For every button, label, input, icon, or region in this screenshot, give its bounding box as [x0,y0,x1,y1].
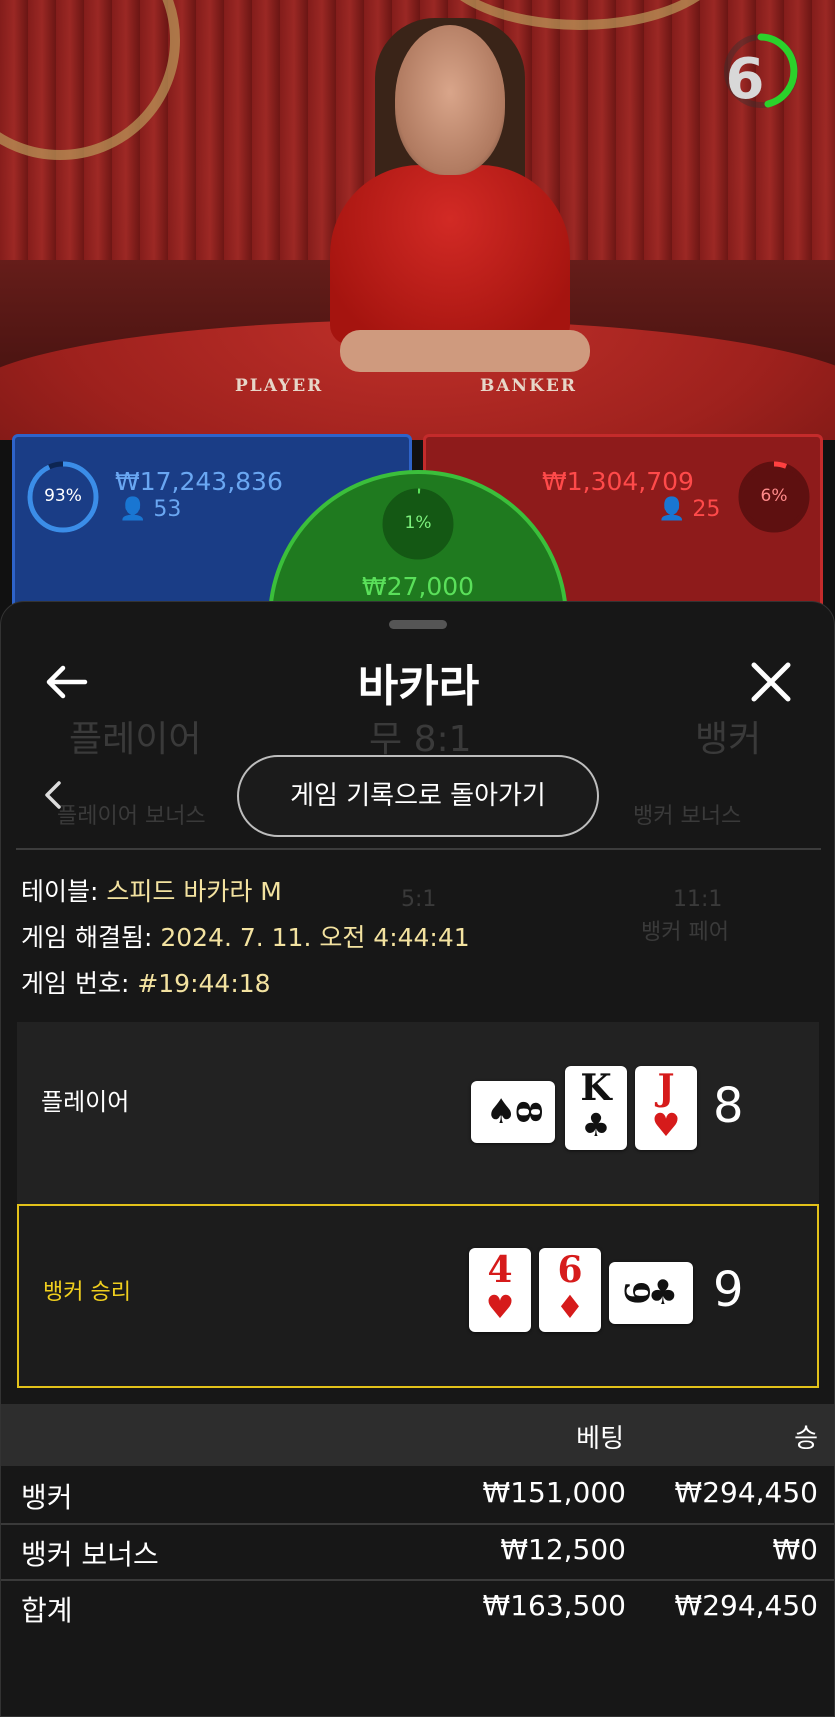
table-row: 뱅커 ₩151,000 ₩294,450 [1,1466,834,1522]
game-number-value: #19:44:18 [137,969,271,998]
divider [16,848,821,850]
ghost-b-pair: 뱅커 페어 [641,920,729,945]
banker-total-amount: ₩1,304,709 [542,467,694,496]
banker-score: 9 [713,1262,744,1318]
card-rank: 6 [557,1249,583,1291]
dealer-arm [340,330,590,372]
banker-bettor-number: 25 [692,497,721,522]
ghost-b-pair-ratio: 11:1 [673,887,723,912]
card-rank: 9 [615,1281,656,1305]
resolved-info: 게임 해결됨: 2024. 7. 11. 오전 4:44:41 [21,918,470,954]
banker-bettor-count: 👤 25 [658,497,720,522]
tie-percent: 1% [404,513,432,533]
return-to-history-button[interactable]: 게임 기록으로 돌아가기 [237,755,599,837]
bets-table-header: 베팅 승 [1,1404,834,1466]
row-name: 뱅커 [21,1481,73,1514]
row-win: ₩294,450 [674,1476,818,1509]
countdown-timer: 6 [725,47,765,112]
ghost-p-pair-ratio: 5:1 [401,887,437,912]
ghost-player-label: 플레이어 [69,719,202,760]
player-bettor-count: 👤 53 [119,497,181,522]
close-icon[interactable] [746,657,796,707]
player-bettor-number: 53 [153,497,182,522]
row-win: ₩0 [772,1533,819,1566]
sheet-drag-handle[interactable] [389,620,447,629]
game-number-info: 게임 번호: #19:44:18 [21,964,271,1000]
table-row: 합계 ₩163,500 ₩294,450 [1,1579,834,1635]
win-column-header: 승 [794,1424,818,1454]
player-score: 8 [713,1078,744,1134]
row-bet: ₩12,500 [500,1533,626,1566]
resolved-info-label: 게임 해결됨: [21,923,161,952]
banker-percent: 6% [760,486,788,506]
player-percent: 93% [44,486,82,506]
ghost-player-bonus: 플레이어 보너스 [57,804,206,829]
row-bet: ₩151,000 [482,1476,626,1509]
bet-column-header: 베팅 [576,1424,624,1454]
card-rank: J [657,1067,675,1109]
person-icon: 👤 [119,497,147,522]
row-name: 뱅커 보너스 [21,1538,159,1571]
game-history-sheet: 플레이어 무 8:1 뱅커 플레이어 보너스 뱅커 보너스 5:1 11:1 뱅… [0,601,835,1717]
felt-banker-label: BANKER [480,376,577,396]
live-video-feed: PLAYER BANKER [0,0,835,440]
chevron-left-icon[interactable] [39,777,67,813]
card-suit: ♥ [485,1288,515,1326]
card-rank: 8 [508,1100,549,1124]
playing-card: 6 ♦ [539,1248,601,1332]
player-hand: 플레이어 ♠8 K ♣ J ♥ 8 [17,1022,819,1206]
playing-card: J ♥ [635,1066,697,1150]
card-suit: ♥ [651,1106,681,1144]
card-suit: ♦ [555,1288,585,1326]
card-rank: K [580,1067,612,1109]
ghost-banker-label: 뱅커 [695,719,762,760]
game-number-label: 게임 번호: [21,969,138,998]
table-info-value: 스피드 바카라 M [106,877,282,906]
card-rank: 4 [487,1249,513,1291]
playing-card: K ♣ [565,1066,627,1150]
row-win: ₩294,450 [674,1589,818,1622]
ghost-banker-bonus: 뱅커 보너스 [633,804,742,829]
playing-card: 4 ♥ [469,1248,531,1332]
player-total-amount: ₩17,243,836 [115,467,283,496]
row-bet: ₩163,500 [482,1589,626,1622]
dealer-body [330,165,570,345]
felt-player-label: PLAYER [235,376,324,396]
sheet-title: 바카라 [357,661,480,712]
table-row: 뱅커 보너스 ₩12,500 ₩0 [1,1523,834,1579]
dealer-face [395,25,505,175]
row-name: 합계 [21,1594,73,1627]
tie-total-amount: ₩27,000 [361,572,475,601]
banker-hand: 뱅커 승리 4 ♥ 6 ♦ 9♣ 9 [17,1204,819,1388]
player-hand-label: 플레이어 [41,1088,130,1116]
table-info: 테이블: 스피드 바카라 M [21,872,282,908]
banker-win-label: 뱅커 승리 [43,1280,131,1305]
playing-card: 9♣ [609,1262,693,1324]
person-icon: 👤 [658,497,686,522]
card-suit: ♣ [581,1106,611,1144]
table-info-label: 테이블: [21,877,107,906]
resolved-info-value: 2024. 7. 11. 오전 4:44:41 [160,923,470,952]
playing-card: ♠8 [471,1081,555,1143]
